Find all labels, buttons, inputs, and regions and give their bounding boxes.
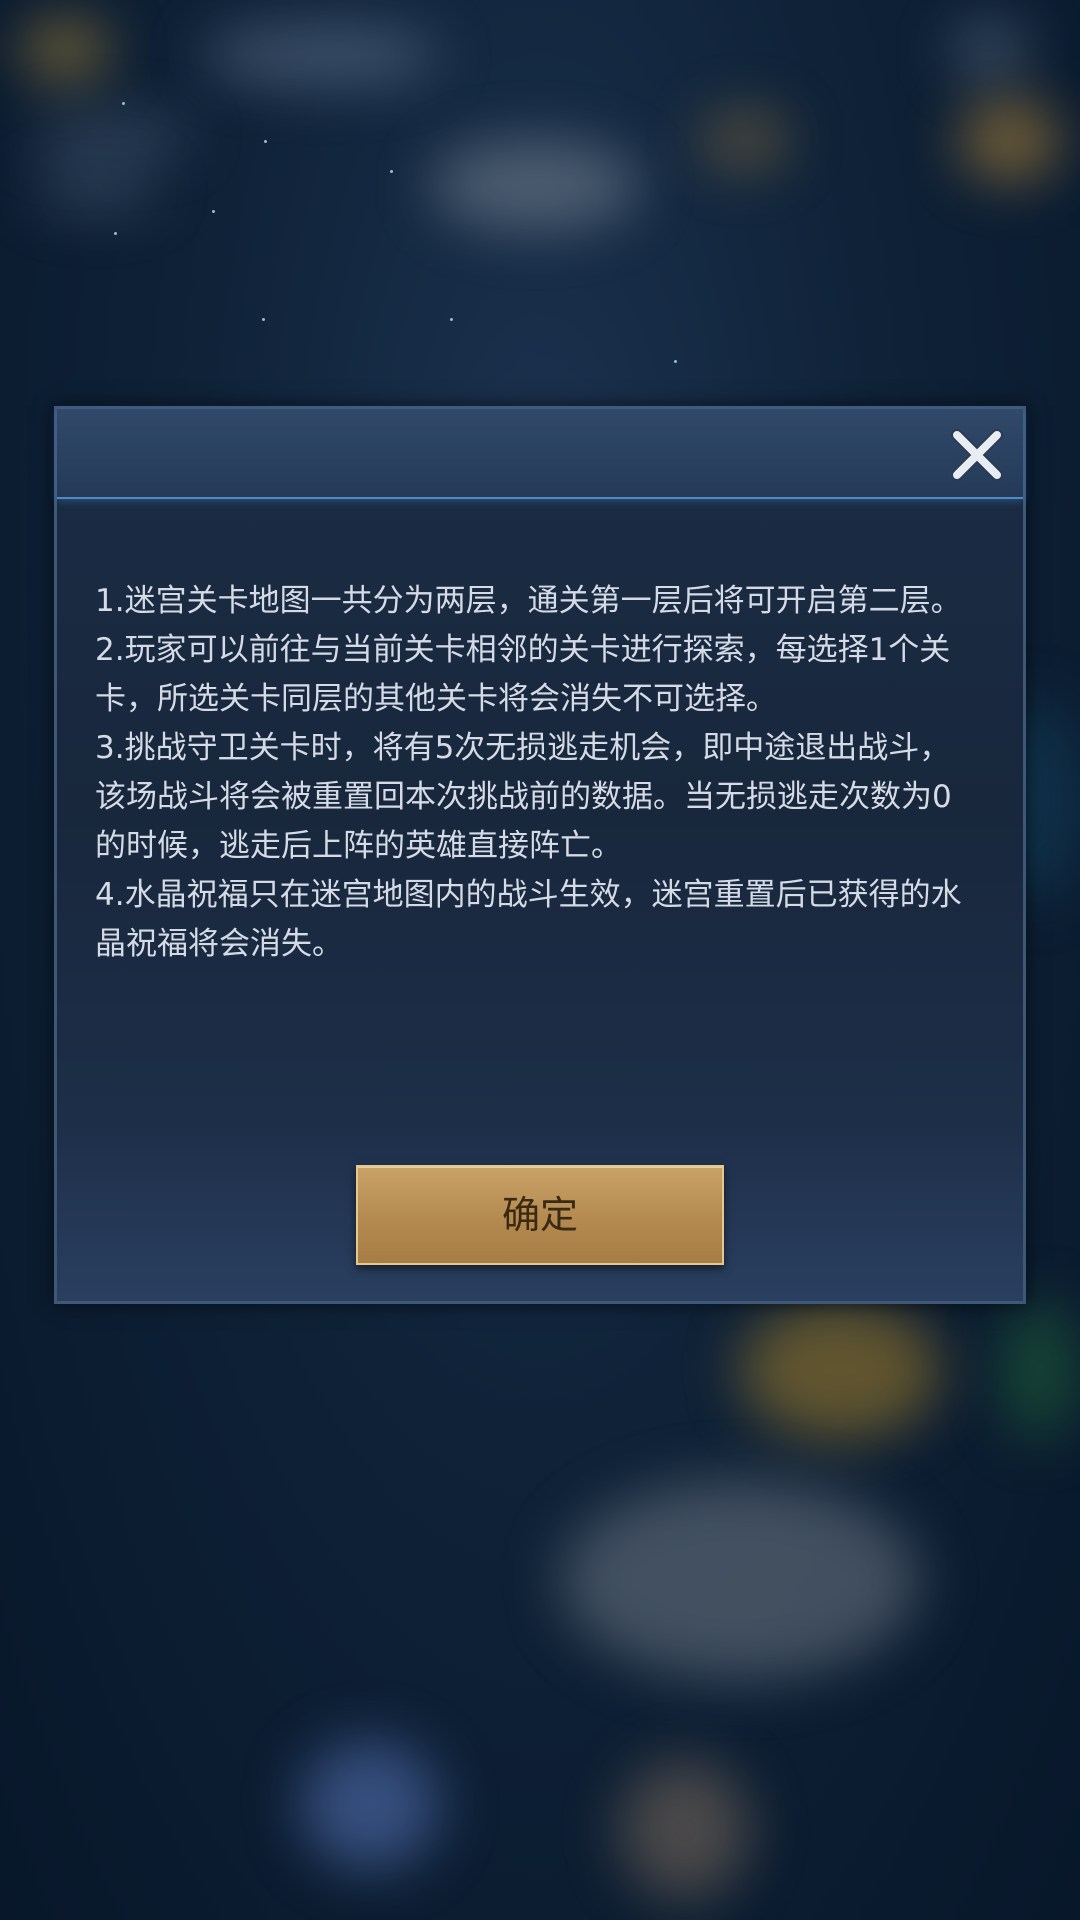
background-blur: [430, 140, 640, 230]
background-blur: [1000, 1300, 1080, 1440]
rule-item-4: 4.水晶祝福只在迷宫地图内的战斗生效，迷宫重置后已获得的水晶祝福将会消失。: [95, 877, 962, 962]
background-blur: [620, 1760, 750, 1900]
background-blur: [300, 1740, 440, 1870]
background-blur: [25, 115, 195, 155]
rule-item-2: 2.玩家可以前往与当前关卡相邻的关卡进行探索，每选择1个关卡，所选关卡同层的其他…: [95, 632, 951, 717]
star-particle: [390, 170, 393, 173]
close-button[interactable]: [949, 427, 1005, 483]
star-particle: [264, 140, 267, 143]
dialog-header: [57, 409, 1023, 499]
star-particle: [262, 318, 265, 321]
rules-dialog: 1.迷宫关卡地图一共分为两层，通关第一层后将可开启第二层。 2.玩家可以前往与当…: [54, 406, 1026, 1304]
rule-item-3: 3.挑战守卫关卡时，将有5次无损逃走机会，即中途退出战斗，该场战斗将会被重置回本…: [95, 730, 952, 864]
background-blur: [700, 110, 790, 170]
star-particle: [450, 318, 453, 321]
star-particle: [122, 102, 125, 105]
rule-item-1: 1.迷宫关卡地图一共分为两层，通关第一层后将可开启第二层。: [95, 583, 962, 619]
background-blur: [960, 100, 1060, 180]
confirm-button[interactable]: 确定: [356, 1165, 724, 1265]
star-particle: [114, 232, 117, 235]
game-screen: 1.迷宫关卡地图一共分为两层，通关第一层后将可开启第二层。 2.玩家可以前往与当…: [0, 0, 1080, 1920]
background-blur: [560, 1480, 920, 1680]
background-blur: [30, 170, 160, 210]
rules-text: 1.迷宫关卡地图一共分为两层，通关第一层后将可开启第二层。 2.玩家可以前往与当…: [95, 577, 975, 969]
background-blur: [950, 20, 1030, 80]
background-blur: [200, 25, 440, 85]
close-icon: [951, 429, 1003, 481]
star-particle: [674, 360, 677, 363]
background-blur: [20, 20, 110, 80]
background-blur: [740, 1300, 940, 1440]
star-particle: [212, 210, 215, 213]
